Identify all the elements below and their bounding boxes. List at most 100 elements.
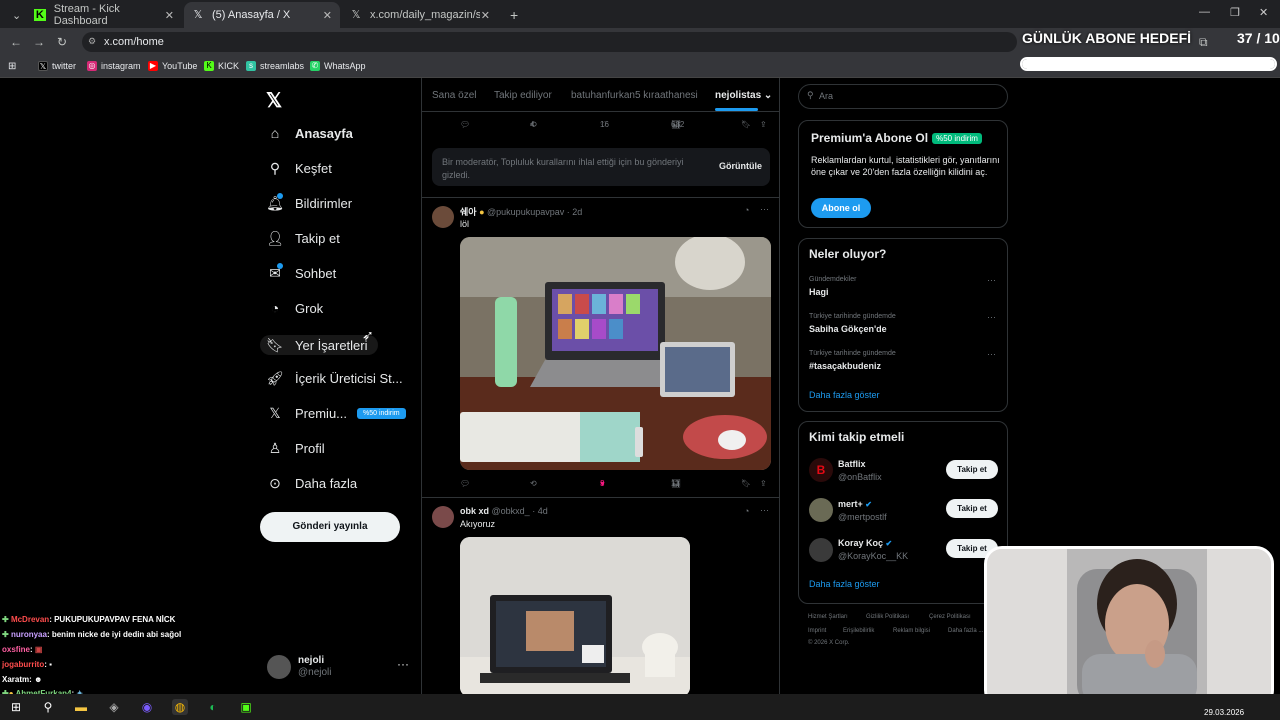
close-tab-icon[interactable]: ✕ xyxy=(165,9,174,22)
footer-link-more[interactable]: Daha fazla ... xyxy=(948,628,983,634)
footer-link-privacy[interactable]: Gizlilik Politikası xyxy=(866,614,909,620)
avatar[interactable] xyxy=(432,206,454,228)
more-icon[interactable]: ··· xyxy=(760,505,769,515)
tweet-author[interactable]: 쉐아 ● @pukupukupavpav · 2d xyxy=(460,205,582,218)
subscribe-button[interactable]: Abone ol xyxy=(811,198,871,218)
footer-link-ads-info[interactable]: Reklam bilgisi xyxy=(893,628,930,634)
nav-profile[interactable]: ♙ Profil xyxy=(266,440,325,457)
trends-show-more-link[interactable]: Daha fazla göster xyxy=(809,390,880,400)
new-tab-button[interactable]: + xyxy=(502,2,526,28)
close-tab-icon[interactable]: ✕ xyxy=(481,9,490,22)
trend-name[interactable]: #tasaçakbudeniz xyxy=(809,361,881,371)
bookmark-instagram[interactable]: ◎ instagram xyxy=(87,61,141,71)
more-icon[interactable]: ··· xyxy=(760,204,769,214)
windows-start-icon[interactable]: ⊞ xyxy=(8,699,24,715)
tab-following[interactable]: Takip ediliyor xyxy=(494,90,552,101)
follow-button[interactable]: Takip et xyxy=(946,499,998,518)
avatar[interactable] xyxy=(809,538,833,562)
nav-grok[interactable]: ◔ Grok xyxy=(266,300,323,316)
nav-home[interactable]: ⌂ Anasayfa xyxy=(266,125,353,141)
x-logo-icon[interactable]: 𝕏 xyxy=(266,88,282,113)
nav-creator-studio[interactable]: 🚀︎ İçerik Üreticisi St... xyxy=(266,370,403,387)
bookmark-twitter[interactable]: 𝕏twitter xyxy=(38,61,76,71)
who-to-follow-show-more-link[interactable]: Daha fazla göster xyxy=(809,579,880,589)
browser-tab-kick[interactable]: K Stream - Kick Dashboard ✕ xyxy=(26,2,182,28)
follow-button[interactable]: Takip et xyxy=(946,460,998,479)
browser-tab-x-home[interactable]: 𝕏 (5) Anasayfa / X ✕ xyxy=(184,2,340,28)
reload-icon[interactable]: ↻ xyxy=(57,35,67,49)
search-icon[interactable]: ⚲ xyxy=(40,699,56,715)
apps-icon[interactable]: ⊞ xyxy=(8,61,16,72)
search-input[interactable]: ⚲ Ara xyxy=(798,84,1008,109)
footer-link-imprint[interactable]: Imprint xyxy=(808,628,826,634)
tab-nejolistas[interactable]: nejolistas ⌄ xyxy=(715,90,772,111)
grok-icon[interactable]: ◔ xyxy=(744,205,749,215)
url-input[interactable]: ⚙ x.com/home xyxy=(82,32,1017,52)
trend-name[interactable]: Sabiha Gökçen'de xyxy=(809,324,887,334)
search-icon: ⚲ xyxy=(269,160,281,176)
author-name: 쉐아 xyxy=(460,207,477,217)
minimize-icon[interactable]: — xyxy=(1199,6,1210,18)
bookmark-streamlabs[interactable]: s streamlabs xyxy=(246,61,304,71)
chat-text: : benim nicke de iyi dedin abi sağol xyxy=(46,630,182,639)
nav-follow[interactable]: 👤︎ Takip et xyxy=(266,230,340,247)
avatar[interactable]: B xyxy=(809,458,833,482)
avatar[interactable] xyxy=(432,506,454,528)
close-window-icon[interactable]: ✕ xyxy=(1259,6,1268,19)
tab-search-button[interactable]: ⌄ xyxy=(4,2,22,28)
footer-link-cookies[interactable]: Çerez Politikası xyxy=(929,614,971,620)
grok-icon[interactable]: ◔ xyxy=(744,506,749,516)
tweet-image[interactable] xyxy=(460,537,690,694)
nav-explore[interactable]: ⚲ Keşfet xyxy=(266,160,332,177)
extensions-icon[interactable]: ⧉ xyxy=(1199,35,1208,50)
tweet-actions: 💬︎ ⟲ 4 ♡ 16 📊︎ 682 🔖︎ ⇪ xyxy=(422,120,779,140)
reply-icon[interactable]: 💬︎ xyxy=(460,479,470,488)
suggested-user-name[interactable]: mert+ ✔ xyxy=(838,499,872,509)
share-icon[interactable]: ⇪ xyxy=(760,120,767,129)
suggested-user-name[interactable]: Batflix xyxy=(838,459,866,469)
forward-icon[interactable]: → xyxy=(33,35,45,49)
retweet-icon[interactable]: ⟲ xyxy=(530,479,537,488)
back-icon[interactable]: ← xyxy=(10,35,22,49)
chrome-icon[interactable]: ◍ xyxy=(172,699,188,715)
bookmark-icon[interactable]: 🔖︎ xyxy=(741,479,751,488)
tab-title: (5) Anasayfa / X xyxy=(212,9,291,21)
chat-username: oxsfine xyxy=(2,645,31,654)
share-icon[interactable]: ⇪ xyxy=(760,479,767,488)
restore-icon[interactable]: ❐ xyxy=(1230,6,1240,19)
file-explorer-icon[interactable]: ▬ xyxy=(73,699,89,715)
site-info-icon[interactable]: ⚙ xyxy=(88,36,96,47)
bookmark-icon[interactable]: 🔖︎ xyxy=(741,120,751,129)
bookmark-whatsapp[interactable]: ✆ WhatsApp xyxy=(310,61,366,71)
post-button[interactable]: Gönderi yayınla xyxy=(260,512,400,542)
suggested-user-name[interactable]: Koray Koç ✔ xyxy=(838,538,892,548)
more-icon[interactable]: ··· xyxy=(987,312,996,322)
nav-bookmarks[interactable]: 🔖︎ Yer İşaretleri xyxy=(260,335,378,355)
close-tab-icon[interactable]: ✕ xyxy=(323,9,332,22)
more-icon[interactable]: ··· xyxy=(987,275,996,285)
more-icon[interactable]: ··· xyxy=(397,657,409,671)
app-icon[interactable]: ◈ xyxy=(106,699,122,715)
spotify-icon[interactable]: ◐ xyxy=(205,699,221,715)
trend-name[interactable]: Hagi xyxy=(809,287,829,297)
more-icon[interactable]: ··· xyxy=(987,349,996,359)
view-count: 682 xyxy=(671,120,685,129)
footer-link-terms[interactable]: Hizmet Şartları xyxy=(808,614,848,620)
footer-link-accessibility[interactable]: Erişilebilirlik xyxy=(843,628,874,634)
browser-tab-x-status[interactable]: 𝕏 x.com/daily_magazin/status/20 ✕ xyxy=(342,2,498,28)
nav-more[interactable]: ⊙ Daha fazla xyxy=(266,475,357,492)
nav-premium[interactable]: 𝕏 Premiu... %50 indirim xyxy=(266,405,406,422)
reply-icon[interactable]: 💬︎ xyxy=(460,120,470,129)
kick-app-icon[interactable]: ▣ xyxy=(238,699,254,715)
tweet-author[interactable]: obk xd @obkxd_ · 4d xyxy=(460,506,548,516)
separator: · xyxy=(532,506,536,516)
bookmark-youtube[interactable]: ▶ YouTube xyxy=(148,61,197,71)
bookmark-kick[interactable]: K KICK xyxy=(204,61,239,71)
avatar[interactable] xyxy=(809,498,833,522)
view-hidden-post-button[interactable]: Görüntüle xyxy=(719,161,762,171)
tab-community[interactable]: batuhanfurkan5 kıraathanesi xyxy=(571,90,698,101)
tab-for-you[interactable]: Sana özel xyxy=(432,90,476,101)
tweet-image[interactable] xyxy=(460,237,771,470)
obs-icon[interactable]: ◉ xyxy=(139,699,155,715)
who-to-follow-title: Kimi takip etmeli xyxy=(809,430,905,444)
